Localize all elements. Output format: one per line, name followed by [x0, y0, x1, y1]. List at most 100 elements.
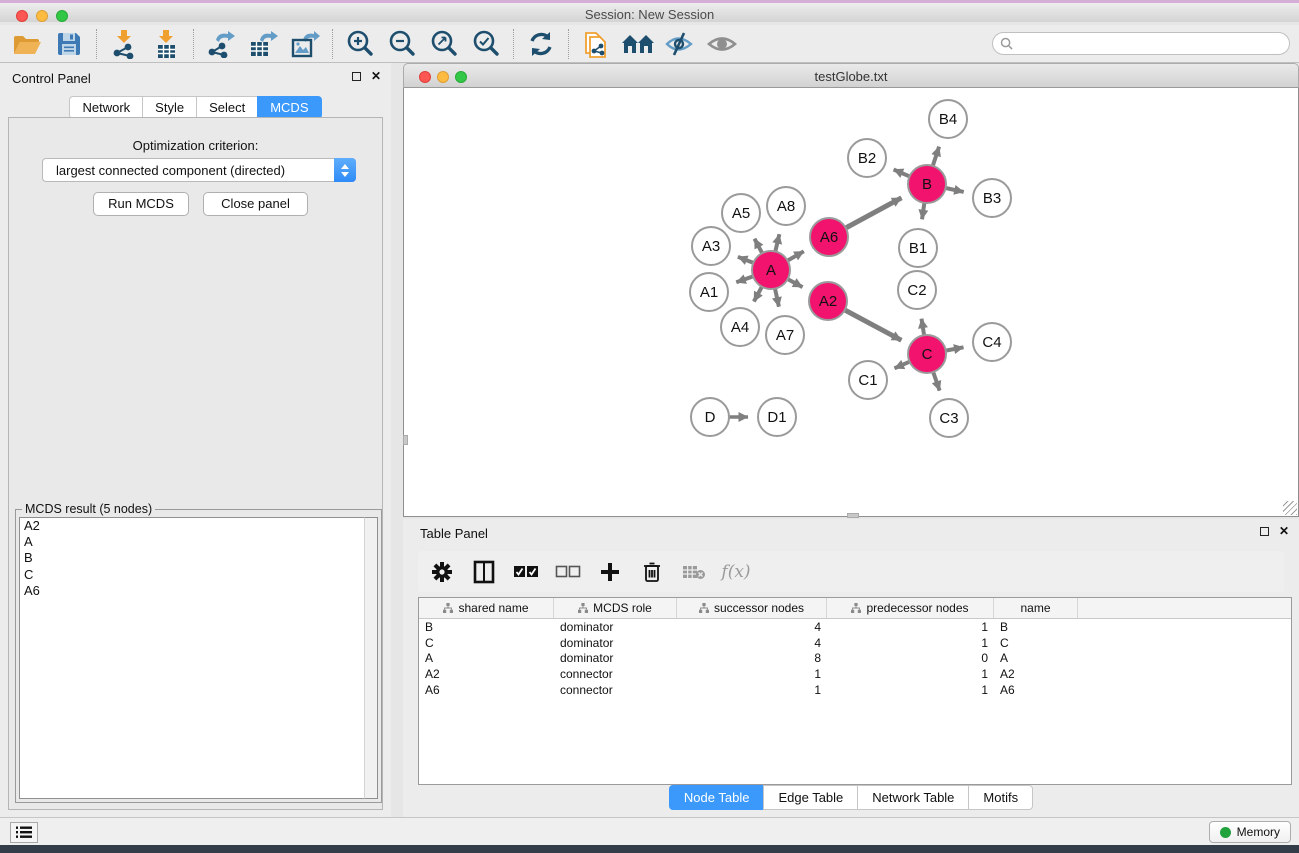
open-file-button[interactable]	[6, 27, 48, 61]
node-C1[interactable]: C1	[849, 361, 887, 399]
edge-B-B2[interactable]	[894, 170, 910, 177]
node-A8[interactable]: A8	[767, 187, 805, 225]
node-A[interactable]: A	[752, 251, 790, 289]
table-cell[interactable]: 1	[827, 667, 994, 681]
zoom-fit-button[interactable]	[423, 27, 465, 61]
network-window-titlebar[interactable]: testGlobe.txt	[403, 63, 1299, 88]
close-table-panel-icon[interactable]: ✕	[1279, 526, 1289, 536]
vertical-scroll-indicator[interactable]	[403, 435, 408, 445]
table-cell[interactable]: 4	[677, 636, 827, 650]
table-cell[interactable]: 1	[677, 667, 827, 681]
search-field[interactable]	[992, 32, 1290, 55]
tab-network-table[interactable]: Network Table	[857, 785, 968, 810]
table-row[interactable]: A6connector11A6	[419, 682, 1291, 698]
result-item[interactable]: A2	[20, 518, 364, 534]
table-cell[interactable]: A2	[994, 667, 1078, 681]
node-B3[interactable]: B3	[973, 179, 1011, 217]
edge-A-A3[interactable]	[738, 257, 754, 263]
close-panel-icon[interactable]: ✕	[371, 71, 381, 81]
result-item[interactable]: A	[20, 534, 364, 550]
edge-A-A8[interactable]	[775, 234, 779, 251]
task-history-button[interactable]	[10, 822, 38, 843]
hide-graphics-button[interactable]	[659, 27, 701, 61]
node-C4[interactable]: C4	[973, 323, 1011, 361]
table-cell[interactable]: 1	[827, 620, 994, 634]
column-header-predecessor-nodes[interactable]: predecessor nodes	[827, 598, 994, 618]
column-header-name[interactable]: name	[994, 598, 1078, 618]
table-cell[interactable]: dominator	[554, 620, 677, 634]
home-view-button[interactable]	[617, 27, 659, 61]
edge-A-A4[interactable]	[754, 287, 762, 302]
node-A7[interactable]: A7	[766, 316, 804, 354]
table-cell[interactable]: A	[419, 651, 554, 665]
tab-edge-table[interactable]: Edge Table	[763, 785, 857, 810]
node-C2[interactable]: C2	[898, 271, 936, 309]
node-C3[interactable]: C3	[930, 399, 968, 437]
node-D[interactable]: D	[691, 398, 729, 436]
edge-A6-B[interactable]	[846, 198, 902, 228]
node-B2[interactable]: B2	[848, 139, 886, 177]
memory-button[interactable]: Memory	[1209, 821, 1291, 843]
tab-style[interactable]: Style	[142, 96, 196, 119]
tab-motifs[interactable]: Motifs	[968, 785, 1033, 810]
table-cell[interactable]: connector	[554, 667, 677, 681]
edge-C-C4[interactable]	[946, 347, 964, 350]
edge-A-A5[interactable]	[755, 239, 763, 254]
table-cell[interactable]: 1	[827, 636, 994, 650]
edge-A-A6[interactable]	[788, 251, 804, 260]
table-cell[interactable]: 0	[827, 651, 994, 665]
node-B4[interactable]: B4	[929, 100, 967, 138]
table-cell[interactable]: C	[994, 636, 1078, 650]
node-A6[interactable]: A6	[810, 218, 848, 256]
tab-select[interactable]: Select	[196, 96, 257, 119]
column-header-MCDS-role[interactable]: MCDS role	[554, 598, 677, 618]
delete-table-button[interactable]	[680, 558, 708, 586]
edge-A2-C[interactable]	[845, 310, 902, 340]
add-row-button[interactable]	[596, 558, 624, 586]
node-D1[interactable]: D1	[758, 398, 796, 436]
edge-A-A2[interactable]	[788, 279, 803, 287]
table-cell[interactable]: A	[994, 651, 1078, 665]
function-builder-button[interactable]: f(x)	[722, 558, 750, 586]
result-item[interactable]: A6	[20, 583, 364, 599]
node-A5[interactable]: A5	[722, 194, 760, 232]
edge-C-C1[interactable]	[895, 362, 910, 369]
network-canvas[interactable]: AA1A2A3A4A5A6A7A8BB1B2B3B4CC1C2C3C4DD1	[403, 88, 1299, 517]
table-cell[interactable]: 1	[677, 683, 827, 697]
node-B1[interactable]: B1	[899, 229, 937, 267]
table-cell[interactable]: A2	[419, 667, 554, 681]
tab-node-table[interactable]: Node Table	[669, 785, 764, 810]
float-panel-icon[interactable]	[352, 72, 361, 81]
table-cell[interactable]: A6	[994, 683, 1078, 697]
save-session-button[interactable]	[48, 27, 90, 61]
table-cell[interactable]: dominator	[554, 651, 677, 665]
table-row[interactable]: Bdominator41B	[419, 619, 1291, 635]
edge-B-B3[interactable]	[946, 188, 964, 192]
run-mcds-button[interactable]: Run MCDS	[93, 192, 189, 216]
table-cell[interactable]: A6	[419, 683, 554, 697]
table-cell[interactable]: 1	[827, 683, 994, 697]
result-scrollbar[interactable]	[364, 517, 378, 799]
table-cell[interactable]: dominator	[554, 636, 677, 650]
table-cell[interactable]: 4	[677, 620, 827, 634]
edge-C-C2[interactable]	[922, 319, 925, 336]
column-header-shared-name[interactable]: shared name	[419, 598, 554, 618]
table-settings-button[interactable]	[428, 558, 456, 586]
node-C[interactable]: C	[908, 335, 946, 373]
show-columns-button[interactable]	[470, 558, 498, 586]
node-A4[interactable]: A4	[721, 308, 759, 346]
column-header-successor-nodes[interactable]: successor nodes	[677, 598, 827, 618]
horizontal-scroll-indicator[interactable]	[847, 513, 859, 518]
close-panel-button[interactable]: Close panel	[203, 192, 308, 216]
tab-network[interactable]: Network	[69, 96, 142, 119]
zoom-out-button[interactable]	[381, 27, 423, 61]
table-cell[interactable]: 8	[677, 651, 827, 665]
search-input[interactable]	[1017, 37, 1289, 51]
edge-A-A7[interactable]	[775, 289, 779, 307]
node-A1[interactable]: A1	[690, 273, 728, 311]
delete-rows-button[interactable]	[638, 558, 666, 586]
tab-mcds[interactable]: MCDS	[257, 96, 321, 119]
unselect-all-checks-button[interactable]	[554, 558, 582, 586]
table-row[interactable]: Cdominator41C	[419, 635, 1291, 651]
node-B[interactable]: B	[908, 165, 946, 203]
